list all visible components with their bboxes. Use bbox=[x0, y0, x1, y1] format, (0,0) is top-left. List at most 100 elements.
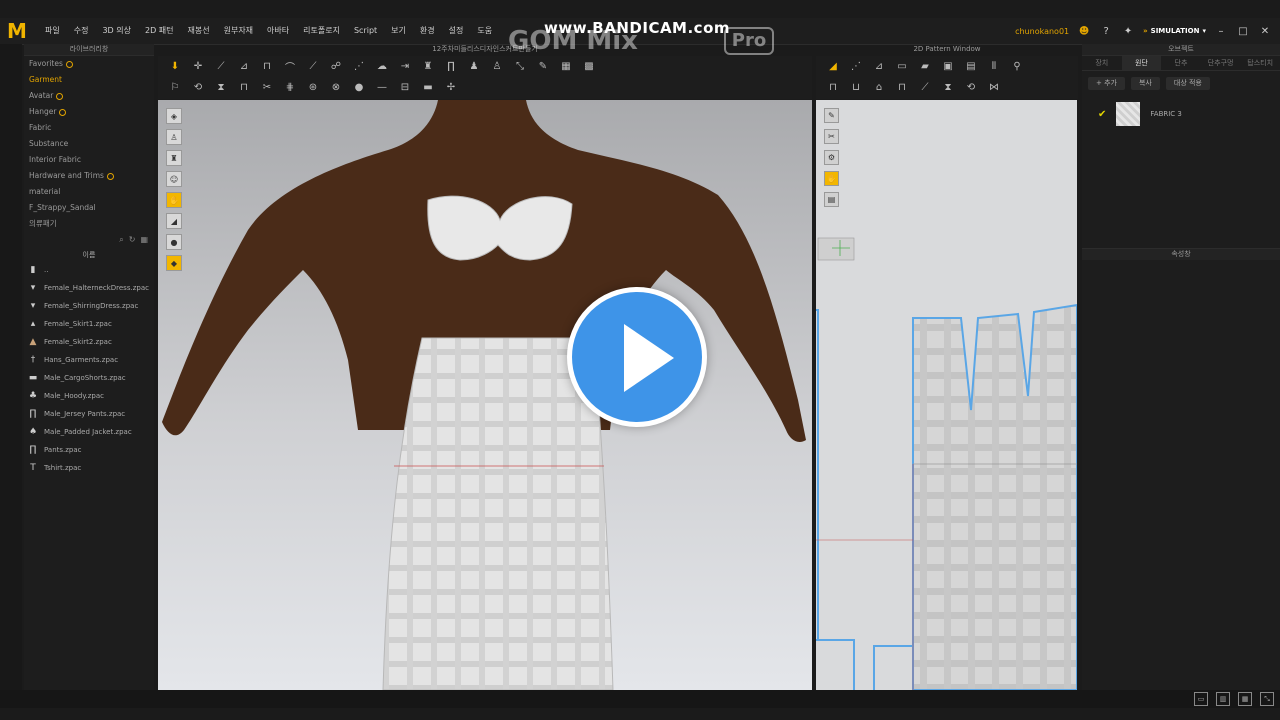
menu-file[interactable]: 파일 bbox=[38, 18, 67, 44]
sew-icon[interactable]: ⧗ bbox=[214, 81, 228, 95]
maximize-icon[interactable]: □ bbox=[1236, 24, 1250, 38]
layout-single-icon[interactable]: ▭ bbox=[1194, 692, 1208, 706]
menu-environment[interactable]: 환경 bbox=[413, 18, 442, 44]
library-item-hardware-trims[interactable]: Hardware and Trims bbox=[24, 168, 154, 184]
brush-icon[interactable]: ⌒ bbox=[283, 60, 297, 74]
segment-icon[interactable]: ⊓ bbox=[826, 81, 840, 95]
display-skin-icon[interactable]: ● bbox=[166, 234, 182, 250]
display-garment-icon[interactable]: ♜ bbox=[166, 150, 182, 166]
file-item[interactable]: ∏ Pants.zpac bbox=[24, 441, 154, 459]
menu-avatar[interactable]: 아바타 bbox=[260, 18, 296, 44]
internal-shape-icon[interactable]: ▣ bbox=[941, 60, 955, 74]
menu-script[interactable]: Script bbox=[347, 18, 384, 44]
tab-buttonhole[interactable]: 단추구멍 bbox=[1201, 56, 1241, 70]
fold-icon[interactable]: ⊓ bbox=[260, 60, 274, 74]
tape-icon[interactable]: ▬ bbox=[421, 81, 435, 95]
simulation-mode-selector[interactable]: » SIMULATION ▾ bbox=[1143, 27, 1206, 35]
apply-fabric-button[interactable]: 대상 적용 bbox=[1165, 76, 1210, 90]
file-item[interactable]: T Tshirt.zpac bbox=[24, 459, 154, 477]
menu-view[interactable]: 보기 bbox=[384, 18, 413, 44]
pin-2d-icon[interactable]: ⚲ bbox=[1010, 60, 1024, 74]
view-cube-icon[interactable]: ◈ bbox=[166, 108, 182, 124]
file-item[interactable]: † Hans_Garments.zpac bbox=[24, 351, 154, 369]
zipper-icon[interactable]: ⊟ bbox=[398, 81, 412, 95]
user-avatar-icon[interactable]: ☻ bbox=[1077, 24, 1091, 38]
library-item-interior-fabric[interactable]: Interior Fabric bbox=[24, 152, 154, 168]
buttonhole-icon[interactable]: ⊗ bbox=[329, 81, 343, 95]
tab-scene[interactable]: 장치 bbox=[1082, 56, 1122, 70]
arrange-icon[interactable]: ⇥ bbox=[398, 60, 412, 74]
pattern-2d-canvas[interactable]: ✎ ✂ ⚙ ✋ ▤ bbox=[816, 100, 1077, 690]
pin-icon[interactable]: ⊿ bbox=[237, 60, 251, 74]
line-icon[interactable]: ⟋ bbox=[306, 60, 320, 74]
library-item-fabric[interactable]: Fabric bbox=[24, 120, 154, 136]
move-icon[interactable]: ✢ bbox=[444, 81, 458, 95]
library-item-favorites[interactable]: Favorites bbox=[24, 56, 154, 72]
tab-fabric[interactable]: 원단 bbox=[1121, 56, 1162, 70]
trace-icon[interactable]: ⊔ bbox=[849, 81, 863, 95]
cloud-icon[interactable]: ☁ bbox=[375, 60, 389, 74]
file-item[interactable]: ♠ Male_Padded Jacket.zpac bbox=[24, 423, 154, 441]
close-icon[interactable]: ✕ bbox=[1258, 24, 1272, 38]
library-item-misc[interactable]: 의류패기 bbox=[24, 216, 154, 232]
viewport-3d[interactable]: ◈ ♙ ♜ ☺ ✋ ◢ ● ◆ bbox=[158, 100, 812, 690]
tack-icon[interactable]: ☍ bbox=[329, 60, 343, 74]
mesh-icon[interactable]: ▩ bbox=[582, 60, 596, 74]
polygon-icon[interactable]: ▰ bbox=[918, 60, 932, 74]
sew-2d-icon[interactable]: ⧗ bbox=[941, 81, 955, 95]
steam-icon[interactable]: ⋕ bbox=[283, 81, 297, 95]
refresh-icon[interactable]: ↻ bbox=[129, 235, 136, 247]
library-item-substance[interactable]: Substance bbox=[24, 136, 154, 152]
file-item[interactable]: ▬ Male_CargoShorts.zpac bbox=[24, 369, 154, 387]
tack-2d-icon[interactable]: ⋈ bbox=[987, 81, 1001, 95]
settings-icon[interactable]: ✦ bbox=[1121, 24, 1135, 38]
menu-retopology[interactable]: 리토폴로지 bbox=[296, 18, 347, 44]
transform-icon[interactable]: ✛ bbox=[191, 60, 205, 74]
help-icon[interactable]: ? bbox=[1099, 24, 1113, 38]
library-item-hanger[interactable]: Hanger bbox=[24, 104, 154, 120]
display-mode-icon[interactable]: ☺ bbox=[166, 171, 182, 187]
check-sewing-icon[interactable]: ⟲ bbox=[964, 81, 978, 95]
file-item[interactable]: ▮.. bbox=[24, 261, 154, 279]
rectangle-icon[interactable]: ▭ bbox=[895, 60, 909, 74]
copy-fabric-button[interactable]: 복사 bbox=[1130, 76, 1160, 90]
select-move-icon[interactable]: ⬇ bbox=[168, 60, 182, 74]
add-fabric-button[interactable]: + 추가 bbox=[1088, 76, 1125, 90]
menu-settings[interactable]: 설정 bbox=[442, 18, 471, 44]
pencil-icon[interactable]: ✎ bbox=[536, 60, 550, 74]
display-avatar-icon[interactable]: ♙ bbox=[166, 129, 182, 145]
walk-icon[interactable]: ⚐ bbox=[168, 81, 182, 95]
pin-tool-icon[interactable]: ● bbox=[352, 81, 366, 95]
file-item[interactable]: ▾ Female_HalterneckDress.zpac bbox=[24, 279, 154, 297]
grid-view-icon[interactable]: ▦ bbox=[140, 235, 148, 247]
point-icon[interactable]: ⋰ bbox=[352, 60, 366, 74]
measure-icon[interactable]: ⤡ bbox=[513, 60, 527, 74]
garment-icon[interactable]: ♜ bbox=[421, 60, 435, 74]
play-button[interactable] bbox=[567, 287, 707, 427]
file-item[interactable]: ▴ Female_Skirt1.zpac bbox=[24, 315, 154, 333]
sewing-icon[interactable]: ⦀ bbox=[987, 60, 1001, 74]
fold-2d-icon[interactable]: ⟋ bbox=[918, 81, 932, 95]
resize-icon[interactable]: ⤡ bbox=[1260, 692, 1274, 706]
edit-point-icon[interactable]: ⋰ bbox=[849, 60, 863, 74]
avatar-tool-icon[interactable]: ♙ bbox=[490, 60, 504, 74]
search-icon[interactable]: ⌕ bbox=[119, 235, 123, 247]
menu-materials[interactable]: 원부자재 bbox=[217, 18, 260, 44]
layout-split-icon[interactable]: ▥ bbox=[1216, 692, 1230, 706]
pattern-display-icon[interactable]: ✂ bbox=[824, 129, 839, 144]
menu-help[interactable]: 도움 bbox=[470, 18, 499, 44]
notch-icon[interactable]: ⊓ bbox=[895, 81, 909, 95]
file-item[interactable]: ∏ Male_Jersey Pants.zpac bbox=[24, 405, 154, 423]
pattern-settings-icon[interactable]: ⚙ bbox=[824, 150, 839, 165]
cut-icon[interactable]: ✂ bbox=[260, 81, 274, 95]
file-item[interactable]: ▾ Female_ShirringDress.zpac bbox=[24, 297, 154, 315]
display-texture-icon[interactable]: ✋ bbox=[166, 192, 182, 208]
seam-allowance-icon[interactable]: ▤ bbox=[964, 60, 978, 74]
edit-icon[interactable]: ⟋ bbox=[214, 60, 228, 74]
shirt-icon[interactable]: ♟ bbox=[467, 60, 481, 74]
username[interactable]: chunokano01 bbox=[1015, 27, 1069, 36]
library-item-avatar[interactable]: Avatar bbox=[24, 88, 154, 104]
library-item-material[interactable]: material bbox=[24, 184, 154, 200]
tab-button[interactable]: 단추 bbox=[1161, 56, 1201, 70]
menu-sewing[interactable]: 재봉선 bbox=[181, 18, 217, 44]
